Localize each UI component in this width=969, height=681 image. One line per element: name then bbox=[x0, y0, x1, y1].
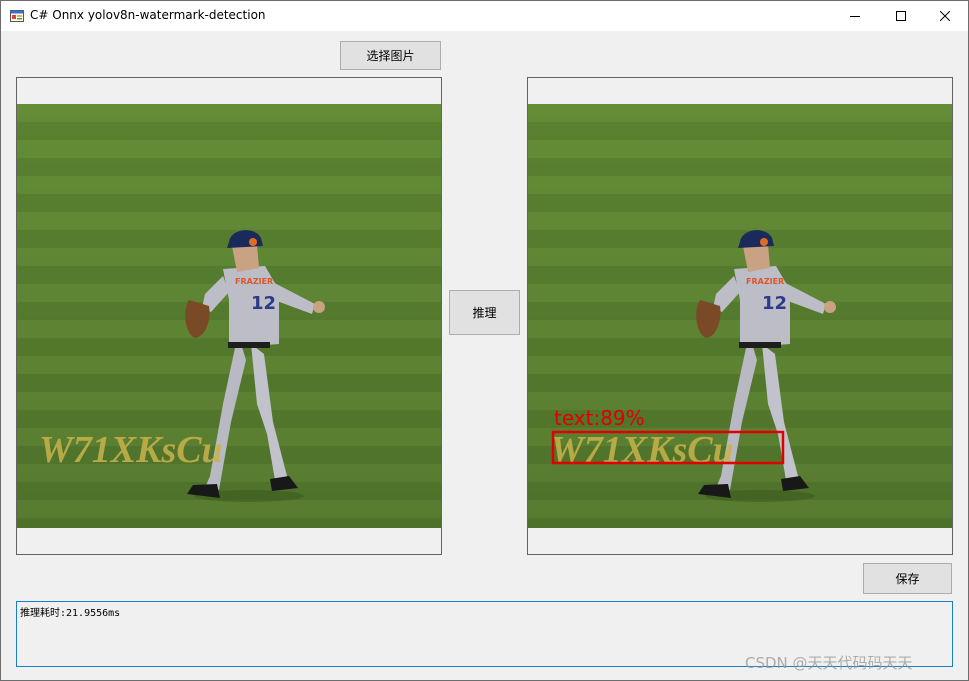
maximize-button[interactable] bbox=[878, 1, 924, 31]
watermark-text: W71XKsCu bbox=[39, 429, 223, 471]
svg-text:FRAZIER: FRAZIER bbox=[235, 277, 273, 286]
close-icon bbox=[940, 11, 950, 21]
window-title: C# Onnx yolov8n-watermark-detection bbox=[30, 8, 266, 22]
app-form-icon bbox=[10, 10, 24, 22]
close-button[interactable] bbox=[922, 1, 968, 31]
minimize-icon bbox=[850, 16, 860, 17]
watermark-text: W71XKsCu bbox=[550, 429, 734, 471]
maximize-icon bbox=[896, 11, 906, 21]
result-image: 12 FRAZIER W71XKsCu text:89% bbox=[528, 104, 952, 528]
title-bar[interactable]: C# Onnx yolov8n-watermark-detection bbox=[1, 1, 968, 31]
save-button[interactable]: 保存 bbox=[863, 563, 952, 594]
infer-button[interactable]: 推理 bbox=[449, 290, 520, 335]
csdn-credit-watermark: CSDN @天天代码码天天 bbox=[745, 654, 913, 672]
svg-text:12: 12 bbox=[762, 293, 787, 314]
svg-text:FRAZIER: FRAZIER bbox=[746, 277, 784, 286]
result-picture-box: 12 FRAZIER W71XKsCu text:89% bbox=[527, 77, 953, 555]
svg-text:12: 12 bbox=[251, 293, 276, 314]
source-picture-box: 12 FRAZIER W71XKsCu bbox=[16, 77, 442, 555]
app-window: C# Onnx yolov8n-watermark-detection 选择图片 bbox=[0, 0, 969, 681]
detection-label: text:89% bbox=[554, 406, 645, 430]
select-image-button[interactable]: 选择图片 bbox=[340, 41, 441, 70]
minimize-button[interactable] bbox=[832, 1, 878, 31]
source-image: 12 FRAZIER W71XKsCu bbox=[17, 104, 441, 528]
